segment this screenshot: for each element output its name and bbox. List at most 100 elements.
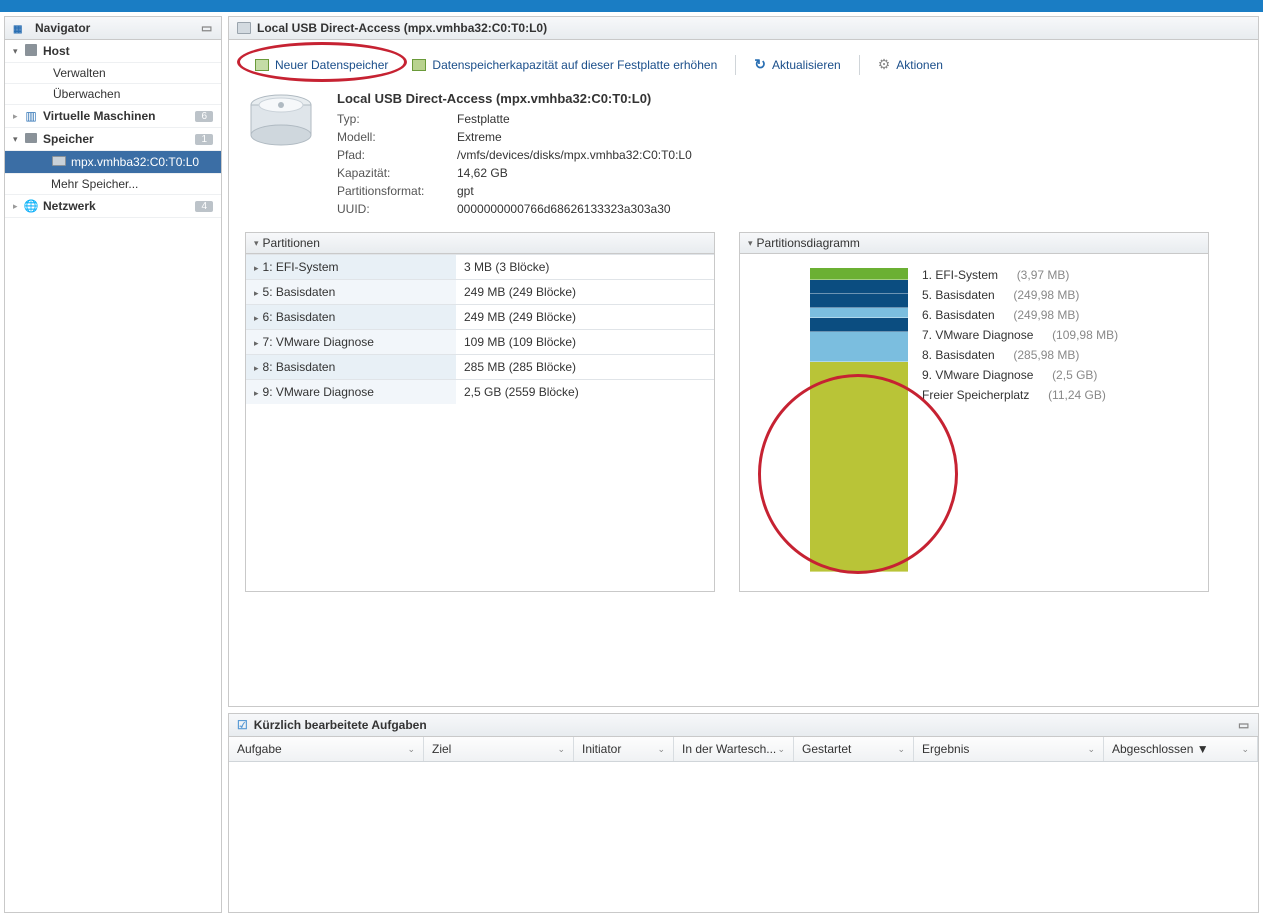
- legend-size: (109,98 MB): [1052, 328, 1118, 342]
- nav-more-storage[interactable]: Mehr Speicher...: [5, 174, 221, 195]
- nav-storage-label: Speicher: [43, 132, 191, 146]
- tasks-grid-body: [229, 762, 1258, 912]
- legend-name: Freier Speicherplatz: [922, 388, 1029, 402]
- refresh-label: Aktualisieren: [772, 58, 841, 72]
- nav-network-count: 4: [195, 201, 213, 212]
- bar-segment[interactable]: [810, 332, 908, 362]
- legend-size: (285,98 MB): [1013, 348, 1079, 362]
- col-queued[interactable]: In der Wartesch...⌄: [674, 737, 794, 761]
- partitions-header[interactable]: ▾ Partitionen: [246, 233, 714, 254]
- col-task[interactable]: Aufgabe⌄: [229, 737, 424, 761]
- toolbar: Neuer Datenspeicher Datenspeicherkapazit…: [245, 52, 1242, 77]
- content-header: Local USB Direct-Access (mpx.vmhba32:C0:…: [229, 17, 1258, 40]
- partition-row[interactable]: ▸7: VMware Diagnose109 MB (109 Blöcke): [246, 330, 714, 355]
- legend-row: 6. Basisdaten (249,98 MB): [922, 308, 1118, 322]
- network-icon: [23, 198, 39, 214]
- disk-image: [245, 91, 317, 151]
- partition-row[interactable]: ▸1: EFI-System3 MB (3 Blöcke): [246, 255, 714, 280]
- col-target[interactable]: Ziel⌄: [424, 737, 574, 761]
- expand-icon: ▸: [254, 388, 259, 398]
- toolbar-separator: [735, 55, 736, 75]
- content-panel: Local USB Direct-Access (mpx.vmhba32:C0:…: [228, 16, 1259, 707]
- disk-icon: [51, 154, 67, 170]
- legend-row: 8. Basisdaten (285,98 MB): [922, 348, 1118, 362]
- legend-size: (2,5 GB): [1052, 368, 1097, 382]
- tasks-icon: [237, 718, 248, 732]
- diagram-header[interactable]: ▾ Partitionsdiagramm: [740, 233, 1208, 254]
- partition-label: 7: VMware Diagnose: [263, 335, 374, 349]
- diagram-title: Partitionsdiagramm: [757, 236, 860, 250]
- refresh-button[interactable]: ↻ Aktualisieren: [744, 52, 850, 77]
- partition-row[interactable]: ▸8: Basisdaten285 MB (285 Blöcke): [246, 355, 714, 380]
- partition-label: 9: VMware Diagnose: [263, 385, 374, 399]
- partition-bar: [810, 268, 908, 572]
- field-value: /vmfs/devices/disks/mpx.vmhba32:C0:T0:L0: [457, 146, 692, 164]
- increase-capacity-label: Datenspeicherkapazität auf dieser Festpl…: [432, 58, 717, 72]
- nav-storage[interactable]: ▾ Speicher 1: [5, 128, 221, 151]
- caret-collapse-icon: ▾: [13, 134, 23, 145]
- legend-size[interactable]: (11,24 GB): [1048, 388, 1106, 402]
- field-value: Festplatte: [457, 110, 510, 128]
- increase-capacity-button[interactable]: Datenspeicherkapazität auf dieser Festpl…: [402, 54, 727, 76]
- legend-row: 7. VMware Diagnose (109,98 MB): [922, 328, 1118, 342]
- nav-host-label: Host: [43, 44, 213, 58]
- nav-storage-item[interactable]: mpx.vmhba32:C0:T0:L0: [5, 151, 221, 174]
- nav-host[interactable]: ▾ Host: [5, 40, 221, 63]
- bar-segment[interactable]: [810, 294, 908, 308]
- tasks-header: Kürzlich bearbeitete Aufgaben ▭: [229, 714, 1258, 737]
- legend-name: 6. Basisdaten: [922, 308, 995, 322]
- partition-label: 1: EFI-System: [263, 260, 339, 274]
- caret-expand-icon: ▸: [13, 201, 23, 212]
- expand-icon: ▸: [254, 363, 259, 373]
- new-datastore-button[interactable]: Neuer Datenspeicher: [245, 54, 398, 76]
- field-key: Pfad:: [337, 146, 457, 164]
- bar-segment[interactable]: [810, 318, 908, 332]
- col-completed[interactable]: Abgeschlossen ▼⌄: [1104, 737, 1258, 761]
- bar-segment[interactable]: [810, 362, 908, 572]
- col-result[interactable]: Ergebnis⌄: [914, 737, 1104, 761]
- expand-icon: ▸: [254, 313, 259, 323]
- nav-network[interactable]: ▸ Netzwerk 4: [5, 195, 221, 218]
- new-datastore-label: Neuer Datenspeicher: [275, 58, 388, 72]
- sort-icon: ⌄: [897, 744, 905, 755]
- partition-label: 8: Basisdaten: [263, 360, 336, 374]
- collapse-icon: ▾: [254, 238, 259, 249]
- col-started[interactable]: Gestartet⌄: [794, 737, 914, 761]
- sort-icon: ⌄: [777, 744, 785, 755]
- navigator-collapse-icon[interactable]: ▭: [201, 21, 215, 35]
- field-value: 14,62 GB: [457, 164, 508, 182]
- partition-row[interactable]: ▸9: VMware Diagnose2,5 GB (2559 Blöcke): [246, 380, 714, 405]
- field-key: Typ:: [337, 110, 457, 128]
- bar-segment[interactable]: [810, 268, 908, 280]
- content-title: Local USB Direct-Access (mpx.vmhba32:C0:…: [257, 21, 547, 35]
- navigator-title: Navigator: [35, 21, 90, 35]
- refresh-icon: ↻: [754, 56, 766, 73]
- legend-size: (249,98 MB): [1013, 288, 1079, 302]
- nav-vms[interactable]: ▸ Virtuelle Maschinen 6: [5, 105, 221, 128]
- navigator-body: ▾ Host Verwalten Überwachen ▸ Virtuelle …: [5, 40, 221, 912]
- nav-storage-count: 1: [195, 134, 213, 145]
- nav-host-monitor[interactable]: Überwachen: [5, 84, 221, 105]
- partitions-title: Partitionen: [263, 236, 320, 250]
- sort-icon: ⌄: [657, 744, 665, 755]
- partition-row[interactable]: ▸6: Basisdaten249 MB (249 Blöcke): [246, 305, 714, 330]
- field-value: Extreme: [457, 128, 502, 146]
- nav-vms-count: 6: [195, 111, 213, 122]
- bar-segment[interactable]: [810, 280, 908, 294]
- tasks-panel: Kürzlich bearbeitete Aufgaben ▭ Aufgabe⌄…: [228, 713, 1259, 913]
- partition-row[interactable]: ▸5: Basisdaten249 MB (249 Blöcke): [246, 280, 714, 305]
- host-icon: [23, 43, 39, 59]
- legend-row: 1. EFI-System (3,97 MB): [922, 268, 1118, 282]
- actions-button[interactable]: ⚙ Aktionen: [868, 52, 953, 77]
- col-initiator[interactable]: Initiator⌄: [574, 737, 674, 761]
- legend-row: Freier Speicherplatz (11,24 GB): [922, 388, 1118, 402]
- tasks-collapse-icon[interactable]: ▭: [1238, 718, 1252, 732]
- partition-legend: 1. EFI-System (3,97 MB)5. Basisdaten (24…: [922, 268, 1118, 572]
- partition-size: 249 MB (249 Blöcke): [456, 280, 714, 305]
- nav-network-label: Netzwerk: [43, 199, 191, 213]
- bar-segment[interactable]: [810, 308, 908, 318]
- legend-name: 8. Basisdaten: [922, 348, 995, 362]
- nav-host-manage[interactable]: Verwalten: [5, 63, 221, 84]
- storage-icon: [23, 131, 39, 147]
- nav-more-storage-label: Mehr Speicher...: [51, 177, 213, 191]
